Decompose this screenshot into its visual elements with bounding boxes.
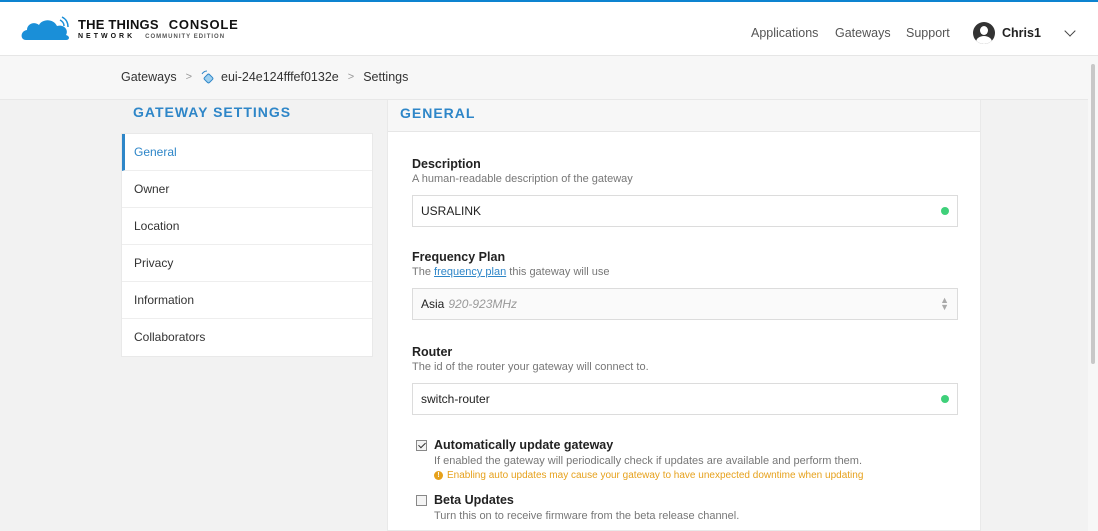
description-input[interactable]: USRALINK [412, 195, 958, 227]
auto-update-option: Automatically update gateway If enabled … [416, 438, 863, 481]
nav-gateways[interactable]: Gateways [835, 26, 891, 40]
frequency-help: The frequency plan this gateway will use [412, 266, 958, 278]
breadcrumb-gateways[interactable]: Gateways [121, 70, 177, 84]
chevron-down-icon[interactable] [1064, 25, 1076, 37]
user-name: Chris1 [1002, 26, 1041, 40]
chevron-right-icon: > [185, 71, 193, 83]
sidebar-item-location[interactable]: Location [122, 208, 372, 245]
auto-update-warning-text: Enabling auto updates may cause your gat… [447, 470, 864, 481]
brand-network: NETWORK [78, 33, 136, 40]
beta-updates-desc: Turn this on to receive firmware from th… [434, 510, 740, 522]
frequency-value: Asia [421, 297, 445, 311]
scrollbar-thumb[interactable] [1091, 64, 1095, 364]
sidebar-item-privacy[interactable]: Privacy [122, 245, 372, 282]
brand-name: THE THINGS [78, 17, 159, 32]
frequency-label: Frequency Plan [412, 250, 506, 264]
nav-support[interactable]: Support [906, 26, 950, 40]
beta-updates-label: Beta Updates [434, 493, 514, 507]
sidebar-item-collaborators[interactable]: Collaborators [122, 319, 372, 356]
sidebar: General Owner Location Privacy Informati… [121, 133, 373, 357]
auto-update-checkbox[interactable] [416, 440, 427, 451]
beta-updates-option: Beta Updates Turn this on to receive fir… [416, 493, 739, 522]
gateway-icon [201, 70, 214, 84]
router-label: Router [412, 345, 453, 359]
brand-console: CONSOLE [168, 17, 239, 32]
chevron-right-icon: > [347, 71, 355, 83]
valid-check-icon [941, 395, 949, 403]
user-menu[interactable]: Chris1 [973, 22, 1041, 44]
scrollbar[interactable] [1088, 56, 1098, 531]
breadcrumb-gateway-id[interactable]: eui-24e124fffef0132e [221, 70, 339, 84]
frequency-subvalue: 920-923MHz [448, 297, 518, 311]
sidebar-item-information[interactable]: Information [122, 282, 372, 319]
ttn-logo[interactable]: THE THINGS CONSOLE NETWORK COMMUNITY EDITI… [20, 16, 239, 42]
cloud-logo-icon [21, 16, 69, 40]
avatar-icon [973, 22, 995, 44]
breadcrumb: Gateways > eui-24e124fffef0132e > Settin… [121, 70, 408, 84]
select-arrows-icon: ▲ ▼ [940, 295, 949, 312]
router-field: Router The id of the router your gateway… [412, 345, 958, 415]
brand-edition: COMMUNITY EDITION [145, 34, 226, 40]
valid-check-icon [941, 207, 949, 215]
nav-applications[interactable]: Applications [751, 26, 818, 40]
description-value: USRALINK [421, 204, 482, 218]
auto-update-desc: If enabled the gateway will periodically… [434, 455, 863, 467]
frequency-field: Frequency Plan The frequency plan this g… [412, 250, 958, 320]
top-bar: THE THINGS CONSOLE NETWORK COMMUNITY EDITI… [0, 0, 1098, 56]
sidebar-title: GATEWAY SETTINGS [133, 104, 292, 120]
warning-icon: ! [434, 471, 443, 480]
breadcrumb-settings: Settings [363, 70, 409, 84]
sidebar-item-general[interactable]: General [122, 134, 372, 171]
description-label: Description [412, 157, 481, 171]
auto-update-label: Automatically update gateway [434, 438, 614, 452]
router-help: The id of the router your gateway will c… [412, 361, 649, 373]
brand-text: THE THINGS CONSOLE NETWORK COMMUNITY EDITI… [78, 18, 239, 40]
frequency-help-suffix: this gateway will use [509, 266, 610, 278]
router-value: switch-router [421, 392, 490, 406]
frequency-plan-select[interactable]: Asia 920-923MHz ▲ ▼ [412, 288, 958, 320]
router-input[interactable]: switch-router [412, 383, 958, 415]
breadcrumb-bar: Gateways > eui-24e124fffef0132e > Settin… [0, 56, 1098, 100]
description-field: Description A human-readable description… [412, 157, 958, 227]
auto-update-warning: ! Enabling auto updates may cause your g… [434, 470, 863, 481]
beta-updates-checkbox[interactable] [416, 495, 427, 506]
section-title: GENERAL [388, 100, 980, 132]
sidebar-item-owner[interactable]: Owner [122, 171, 372, 208]
frequency-plan-link[interactable]: frequency plan [434, 266, 506, 278]
description-help: A human-readable description of the gate… [412, 173, 633, 185]
frequency-help-prefix: The [412, 266, 431, 278]
settings-panel: GENERAL Description A human-readable des… [387, 100, 981, 531]
